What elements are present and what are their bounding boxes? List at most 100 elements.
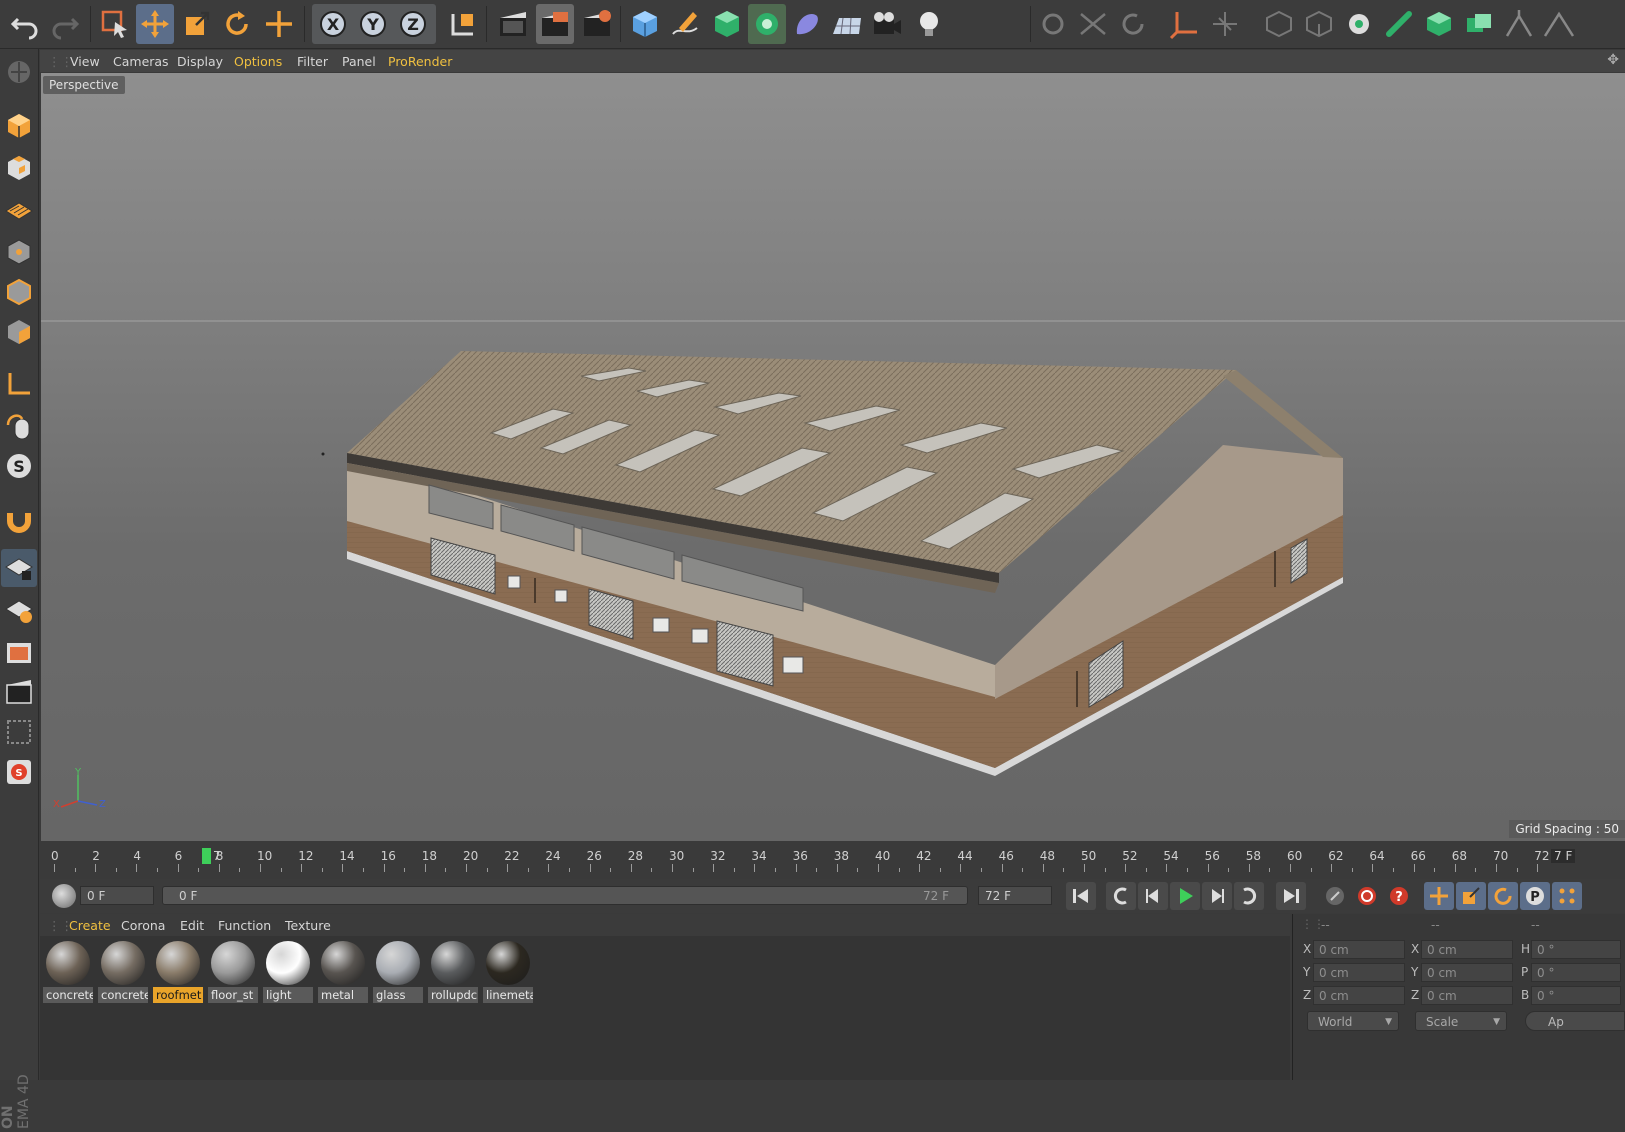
- project-icon[interactable]: [1, 633, 37, 671]
- coordinate-value-field[interactable]: 0 cm: [1313, 963, 1405, 982]
- locked-workplane-icon[interactable]: [1, 549, 37, 587]
- workplane-icon[interactable]: [1074, 4, 1112, 44]
- menu-filter[interactable]: Filter: [297, 54, 328, 69]
- workplane-icon-left[interactable]: [1, 191, 37, 229]
- coordinate-value-field[interactable]: 0 cm: [1313, 940, 1405, 959]
- keyframe-selection-icon[interactable]: ?: [1384, 882, 1414, 910]
- tweak-icon[interactable]: [1, 407, 37, 445]
- material-swatch[interactable]: linemeta: [483, 939, 533, 1005]
- menu-create[interactable]: Create: [69, 918, 111, 933]
- preview-range-slider[interactable]: 0 F 72 F: [162, 886, 968, 905]
- coordinate-mode-dropdown[interactable]: World ▼: [1307, 1011, 1399, 1031]
- key-rotation-icon[interactable]: [1488, 882, 1518, 910]
- menu-function[interactable]: Function: [218, 918, 271, 933]
- previous-keyframe-icon[interactable]: [1106, 882, 1136, 910]
- make-editable-icon[interactable]: [1, 53, 37, 91]
- autokeying-icon[interactable]: [1352, 882, 1382, 910]
- size-mode-dropdown[interactable]: Scale ▼: [1415, 1011, 1507, 1031]
- menu-prorender[interactable]: ProRender: [388, 54, 452, 69]
- timeline-ruler[interactable]: 0 2 4 6 8 10 12 14 16 18 20 22 24 26 28 30 32 34 36 38 40 42 4…: [40, 842, 1625, 878]
- z-axis-icon[interactable]: Z: [394, 4, 432, 44]
- render-view-icon[interactable]: [494, 4, 532, 44]
- menu-options[interactable]: Options: [234, 54, 282, 69]
- next-keyframe-icon[interactable]: [1234, 882, 1264, 910]
- coordinate-value-field[interactable]: 0 cm: [1421, 986, 1513, 1005]
- enable-axis-icon[interactable]: [1, 365, 37, 403]
- coordinate-value-field[interactable]: 0 cm: [1421, 940, 1513, 959]
- timeline-playhead[interactable]: [202, 848, 211, 864]
- key-parameter-icon[interactable]: P: [1520, 882, 1550, 910]
- point-mode-icon[interactable]: [1340, 4, 1378, 44]
- tweak-mode-icon[interactable]: [1206, 4, 1244, 44]
- next-frame-icon[interactable]: [1202, 882, 1232, 910]
- viewport-solo-icon[interactable]: [1, 713, 37, 751]
- deformer-icon[interactable]: [788, 4, 826, 44]
- building-model[interactable]: [41, 73, 1625, 841]
- undo-icon[interactable]: [6, 4, 44, 44]
- viewport-navigation-icon[interactable]: ✥: [1607, 52, 1619, 68]
- key-position-icon[interactable]: [1424, 882, 1454, 910]
- material-swatch[interactable]: concrete: [98, 939, 148, 1005]
- light-object-icon[interactable]: [910, 4, 948, 44]
- apply-button[interactable]: Ap: [1525, 1011, 1625, 1031]
- snapping-icon[interactable]: S: [1, 447, 37, 485]
- material-swatch[interactable]: roofmet: [153, 939, 203, 1005]
- texture-mode-icon[interactable]: [1420, 4, 1458, 44]
- coordinate-value-field[interactable]: 0 °: [1531, 940, 1621, 959]
- go-to-start-icon[interactable]: [1066, 882, 1096, 910]
- polygon-mode-icon[interactable]: [1260, 4, 1298, 44]
- corona-render-icon[interactable]: S: [1, 753, 37, 791]
- lock-icon[interactable]: [1540, 4, 1578, 44]
- timeline-sphere-icon[interactable]: [52, 884, 76, 908]
- coordinate-value-field[interactable]: 0 °: [1531, 963, 1621, 982]
- coordinate-value-field[interactable]: 0 cm: [1421, 963, 1513, 982]
- live-select-icon[interactable]: [260, 4, 298, 44]
- edge-mode-icon[interactable]: [1300, 4, 1338, 44]
- material-swatch[interactable]: light: [263, 939, 313, 1005]
- move-tool-icon[interactable]: [136, 4, 174, 44]
- go-to-end-icon[interactable]: [1276, 882, 1306, 910]
- material-swatch[interactable]: metal: [318, 939, 368, 1005]
- magnet-icon[interactable]: [1, 499, 37, 537]
- menu-corona[interactable]: Corona: [121, 918, 165, 933]
- camera-object-icon[interactable]: [868, 4, 906, 44]
- material-swatch[interactable]: glass: [373, 939, 423, 1005]
- material-swatch[interactable]: concrete: [43, 939, 93, 1005]
- workplane-mode-icon[interactable]: [1460, 4, 1498, 44]
- texture-mode-icon-left[interactable]: [1, 149, 37, 187]
- play-forward-icon[interactable]: [1170, 882, 1200, 910]
- floor-object-icon[interactable]: [828, 4, 866, 44]
- quantize-icon[interactable]: [1114, 4, 1152, 44]
- y-axis-icon[interactable]: Y: [354, 4, 392, 44]
- key-scale-icon[interactable]: [1456, 882, 1486, 910]
- planar-workplane-icon[interactable]: [1, 591, 37, 629]
- record-active-objects-icon[interactable]: [1320, 882, 1350, 910]
- key-point-level-icon[interactable]: [1552, 882, 1582, 910]
- pen-spline-icon[interactable]: [666, 4, 704, 44]
- previous-frame-icon[interactable]: [1138, 882, 1168, 910]
- polygons-mode-icon[interactable]: [1, 313, 37, 351]
- select-tool-icon[interactable]: [96, 4, 134, 44]
- points-mode-icon[interactable]: [1, 233, 37, 271]
- menu-edit[interactable]: Edit: [180, 918, 204, 933]
- coordinate-value-field[interactable]: 0 cm: [1313, 986, 1405, 1005]
- axis-mode-icon[interactable]: [1166, 4, 1204, 44]
- model-mode-icon-left[interactable]: [1, 107, 37, 145]
- x-axis-icon[interactable]: X: [314, 4, 352, 44]
- menu-view[interactable]: View: [70, 54, 100, 69]
- model-mode-icon[interactable]: [1380, 4, 1418, 44]
- snap-icon[interactable]: [1034, 4, 1072, 44]
- cloner-icon[interactable]: [748, 4, 786, 44]
- solo-icon[interactable]: [1500, 4, 1538, 44]
- material-swatch[interactable]: rollupdc: [428, 939, 478, 1005]
- render-picture-viewer-icon[interactable]: [536, 4, 574, 44]
- menu-display[interactable]: Display: [177, 54, 223, 69]
- end-frame-field[interactable]: 72 F: [978, 886, 1052, 905]
- rotate-tool-icon[interactable]: [218, 4, 256, 44]
- menu-texture[interactable]: Texture: [285, 918, 331, 933]
- subdivision-surface-icon[interactable]: [708, 4, 746, 44]
- render-region-icon[interactable]: [1, 673, 37, 711]
- coordinate-system-icon[interactable]: [444, 4, 482, 44]
- material-swatch[interactable]: floor_st: [208, 939, 258, 1005]
- menu-panel[interactable]: Panel: [342, 54, 376, 69]
